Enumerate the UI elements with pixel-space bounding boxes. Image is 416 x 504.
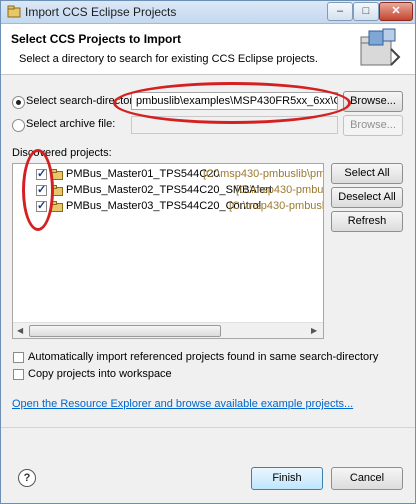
resource-explorer-link[interactable]: Open the Resource Explorer and browse av… [12, 398, 353, 410]
archive-file-radio[interactable] [12, 119, 25, 132]
copy-projects-checkbox[interactable] [13, 369, 24, 380]
finish-button[interactable]: Finish [251, 467, 323, 490]
title-bar: Import CCS Eclipse Projects – □ ✕ [1, 1, 415, 24]
footer-separator [1, 427, 415, 428]
scroll-right-icon[interactable]: ▶ [311, 326, 317, 335]
page-title: Select CCS Projects to Import [11, 32, 182, 46]
close-button[interactable]: ✕ [379, 2, 413, 21]
minimize-button[interactable]: – [327, 2, 353, 21]
search-directory-radio[interactable] [12, 96, 25, 109]
cancel-button[interactable]: Cancel [331, 467, 403, 490]
scroll-left-icon[interactable]: ◀ [17, 326, 23, 335]
import-dialog: Import CCS Eclipse Projects – □ ✕ Select… [0, 0, 416, 504]
project-path: [C:\msp430-pmbuslib\pmbuslib [203, 168, 323, 180]
project-name: PMBus_Master01_TPS544C20 [66, 168, 220, 180]
project-path: [C:\msp430-pmbuslib [236, 184, 324, 196]
search-directory-label: Select search-directory: [26, 95, 142, 107]
auto-import-checkbox[interactable] [13, 352, 24, 363]
select-all-button[interactable]: Select All [331, 163, 403, 184]
auto-import-label: Automatically import referenced projects… [28, 351, 379, 363]
scrollbar-thumb[interactable] [29, 325, 221, 337]
project-folder-icon [51, 169, 63, 180]
maximize-button[interactable]: □ [353, 2, 379, 21]
wizard-header: Select CCS Projects to Import Select a d… [1, 24, 415, 75]
horizontal-scrollbar[interactable]: ◀ ▶ [13, 322, 323, 338]
list-item[interactable]: PMBus_Master03_TPS544C20_Control [C:\msp… [13, 199, 323, 215]
browse-archive-button[interactable]: Browse... [343, 115, 403, 136]
search-directory-input[interactable]: pmbuslib\examples\MSP430FR5xx_6xx\CCS [131, 92, 338, 110]
refresh-button[interactable]: Refresh [331, 211, 403, 232]
help-icon[interactable]: ? [18, 469, 36, 487]
browse-directory-button[interactable]: Browse... [343, 91, 403, 112]
project-checkbox[interactable] [36, 183, 47, 196]
copy-projects-label: Copy projects into workspace [28, 368, 172, 380]
list-item[interactable]: PMBus_Master01_TPS544C20 [C:\msp430-pmbu… [13, 167, 323, 183]
archive-file-input[interactable] [131, 116, 338, 134]
project-path: [C:\msp430-pmbuslib\p [229, 200, 323, 212]
page-description: Select a directory to search for existin… [19, 53, 318, 65]
app-icon [7, 5, 21, 18]
deselect-all-button[interactable]: Deselect All [331, 187, 403, 208]
window-title: Import CCS Eclipse Projects [25, 5, 177, 19]
project-folder-icon [51, 201, 63, 212]
discovered-projects-list[interactable]: PMBus_Master01_TPS544C20 [C:\msp430-pmbu… [12, 163, 324, 339]
project-folder-icon [51, 185, 63, 196]
project-checkbox[interactable] [36, 199, 47, 212]
discovered-projects-label: Discovered projects: [12, 147, 112, 159]
import-wizard-icon [360, 28, 401, 66]
list-item[interactable]: PMBus_Master02_TPS544C20_SMBAlert [C:\ms… [13, 183, 324, 199]
archive-file-label: Select archive file: [26, 118, 116, 130]
project-checkbox[interactable] [36, 167, 47, 180]
